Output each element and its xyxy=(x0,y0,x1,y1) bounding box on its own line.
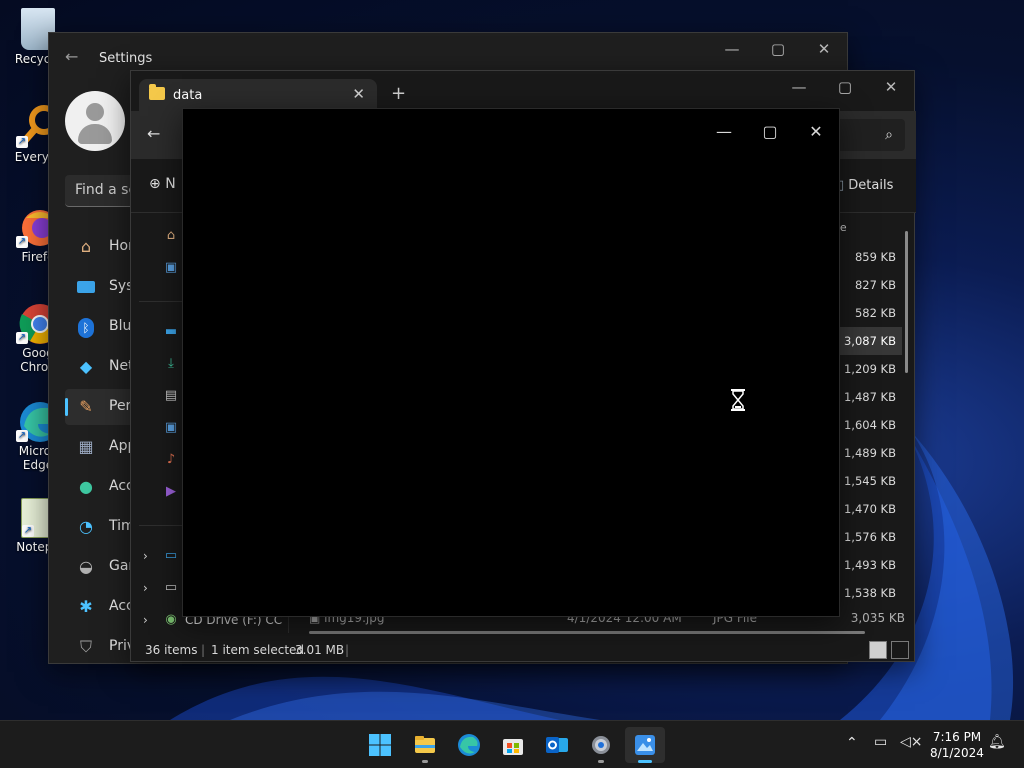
accounts-icon: ● xyxy=(79,477,93,496)
outlook-icon xyxy=(546,737,568,753)
gaming-icon: ◒ xyxy=(79,557,93,576)
new-label: N xyxy=(165,176,176,192)
tab-close-button[interactable]: ✕ xyxy=(352,85,365,103)
running-indicator xyxy=(598,760,604,763)
clock-time: 7:16 PM xyxy=(932,730,982,744)
close-button[interactable]: ✕ xyxy=(793,109,839,155)
download-icon: ⤓ xyxy=(168,356,174,371)
chevron-right-icon[interactable]: › xyxy=(143,549,148,563)
window-controls: — ▢ ✕ xyxy=(709,33,847,65)
personalization-icon: ✎ xyxy=(79,397,93,416)
settings-icon xyxy=(592,736,610,754)
chevron-up-icon[interactable]: ⌃ xyxy=(846,735,858,751)
network-icon: ◆ xyxy=(79,357,93,376)
taskbar-settings[interactable] xyxy=(581,727,621,763)
volume-muted-icon[interactable]: ◁× xyxy=(900,734,923,750)
system-icon xyxy=(75,276,97,298)
minimize-button[interactable]: — xyxy=(776,71,822,103)
details-view-button[interactable] xyxy=(869,641,887,659)
chevron-right-icon[interactable]: › xyxy=(143,613,148,627)
photos-icon xyxy=(635,735,655,755)
maximize-button[interactable]: ▢ xyxy=(747,109,793,155)
edge-icon xyxy=(458,734,480,756)
chevron-right-icon[interactable]: › xyxy=(143,581,148,595)
close-button[interactable]: ✕ xyxy=(801,33,847,65)
desktop-folder-icon: ▬ xyxy=(164,324,178,339)
start-button[interactable] xyxy=(360,727,400,763)
taskbar: ⌃ ▭ ◁× 7:16 PM 8/1/2024 🔔︎ xyxy=(0,720,1024,768)
running-indicator xyxy=(638,760,652,763)
new-button[interactable]: ⊕ N xyxy=(149,176,176,192)
selected-size: 3.01 MB xyxy=(295,643,345,657)
back-arrow-icon[interactable]: ← xyxy=(65,47,78,66)
taskbar-photos[interactable] xyxy=(625,727,665,763)
music-icon: ♪ xyxy=(166,452,176,467)
computer-icon: ▭ xyxy=(164,548,178,563)
minimize-button[interactable]: — xyxy=(701,109,747,155)
videos-icon: ▶ xyxy=(166,484,176,499)
taskbar-store[interactable] xyxy=(493,727,533,763)
running-indicator xyxy=(422,760,428,763)
document-icon: ▤ xyxy=(164,388,178,403)
folder-icon xyxy=(149,84,165,100)
close-button[interactable]: ✕ xyxy=(868,71,914,103)
apps-icon: ▦ xyxy=(78,437,94,456)
details-button[interactable]: ▯ Details xyxy=(837,178,893,193)
new-tab-button[interactable]: + xyxy=(391,83,406,104)
search-icon: ⌕ xyxy=(885,127,893,143)
window-controls: — ▢ ✕ xyxy=(776,71,914,103)
status-bar: 36 items | 1 item selected 3.01 MB | xyxy=(131,637,916,663)
system-clock[interactable]: 7:16 PM 8/1/2024 xyxy=(924,729,990,761)
busy-cursor-icon xyxy=(731,389,745,411)
taskbar-edge[interactable] xyxy=(449,727,489,763)
avatar[interactable] xyxy=(65,91,125,151)
window-title: Settings xyxy=(99,51,153,66)
bluetooth-icon: ᛒ xyxy=(75,316,97,338)
selected-count: 1 item selected xyxy=(211,643,305,657)
cd-drive-icon: ◉ xyxy=(165,612,177,627)
taskbar-file-explorer[interactable] xyxy=(405,727,445,763)
window-controls: — ▢ ✕ xyxy=(701,109,839,155)
status-divider: | xyxy=(201,643,206,657)
home-icon: ⌂ xyxy=(80,237,92,256)
status-divider: | xyxy=(345,643,350,657)
app-window-loading[interactable]: — ▢ ✕ xyxy=(182,108,840,617)
drive-icon: ▭ xyxy=(164,580,178,595)
network-status-icon[interactable]: ▭ xyxy=(874,734,887,750)
minimize-button[interactable]: — xyxy=(709,33,755,65)
time-icon: ◔ xyxy=(79,517,93,536)
store-icon xyxy=(503,739,523,755)
notification-bell-icon[interactable]: 🔔︎ xyxy=(988,734,1006,750)
start-icon xyxy=(369,734,391,756)
details-label: Details xyxy=(848,178,894,193)
privacy-icon: ⛉ xyxy=(79,637,92,656)
file-explorer-icon xyxy=(415,736,435,753)
gallery-icon: ▣ xyxy=(164,260,178,275)
tiles-view-button[interactable] xyxy=(891,641,909,659)
maximize-button[interactable]: ▢ xyxy=(822,71,868,103)
horizontal-scrollbar[interactable] xyxy=(309,631,865,634)
back-arrow-icon[interactable]: ← xyxy=(147,124,160,143)
clock-date: 8/1/2024 xyxy=(930,746,984,760)
vertical-scrollbar[interactable] xyxy=(905,231,908,373)
tab-label: data xyxy=(173,88,203,103)
taskbar-outlook[interactable] xyxy=(537,727,577,763)
accessibility-icon: ✱ xyxy=(79,597,93,616)
home-icon: ⌂ xyxy=(166,228,176,243)
item-count: 36 items xyxy=(145,643,198,657)
tab-data[interactable]: data ✕ xyxy=(139,79,377,111)
maximize-button[interactable]: ▢ xyxy=(755,33,801,65)
active-indicator xyxy=(65,398,68,416)
pictures-icon: ▣ xyxy=(164,420,178,435)
plus-circle-icon: ⊕ xyxy=(149,176,161,192)
